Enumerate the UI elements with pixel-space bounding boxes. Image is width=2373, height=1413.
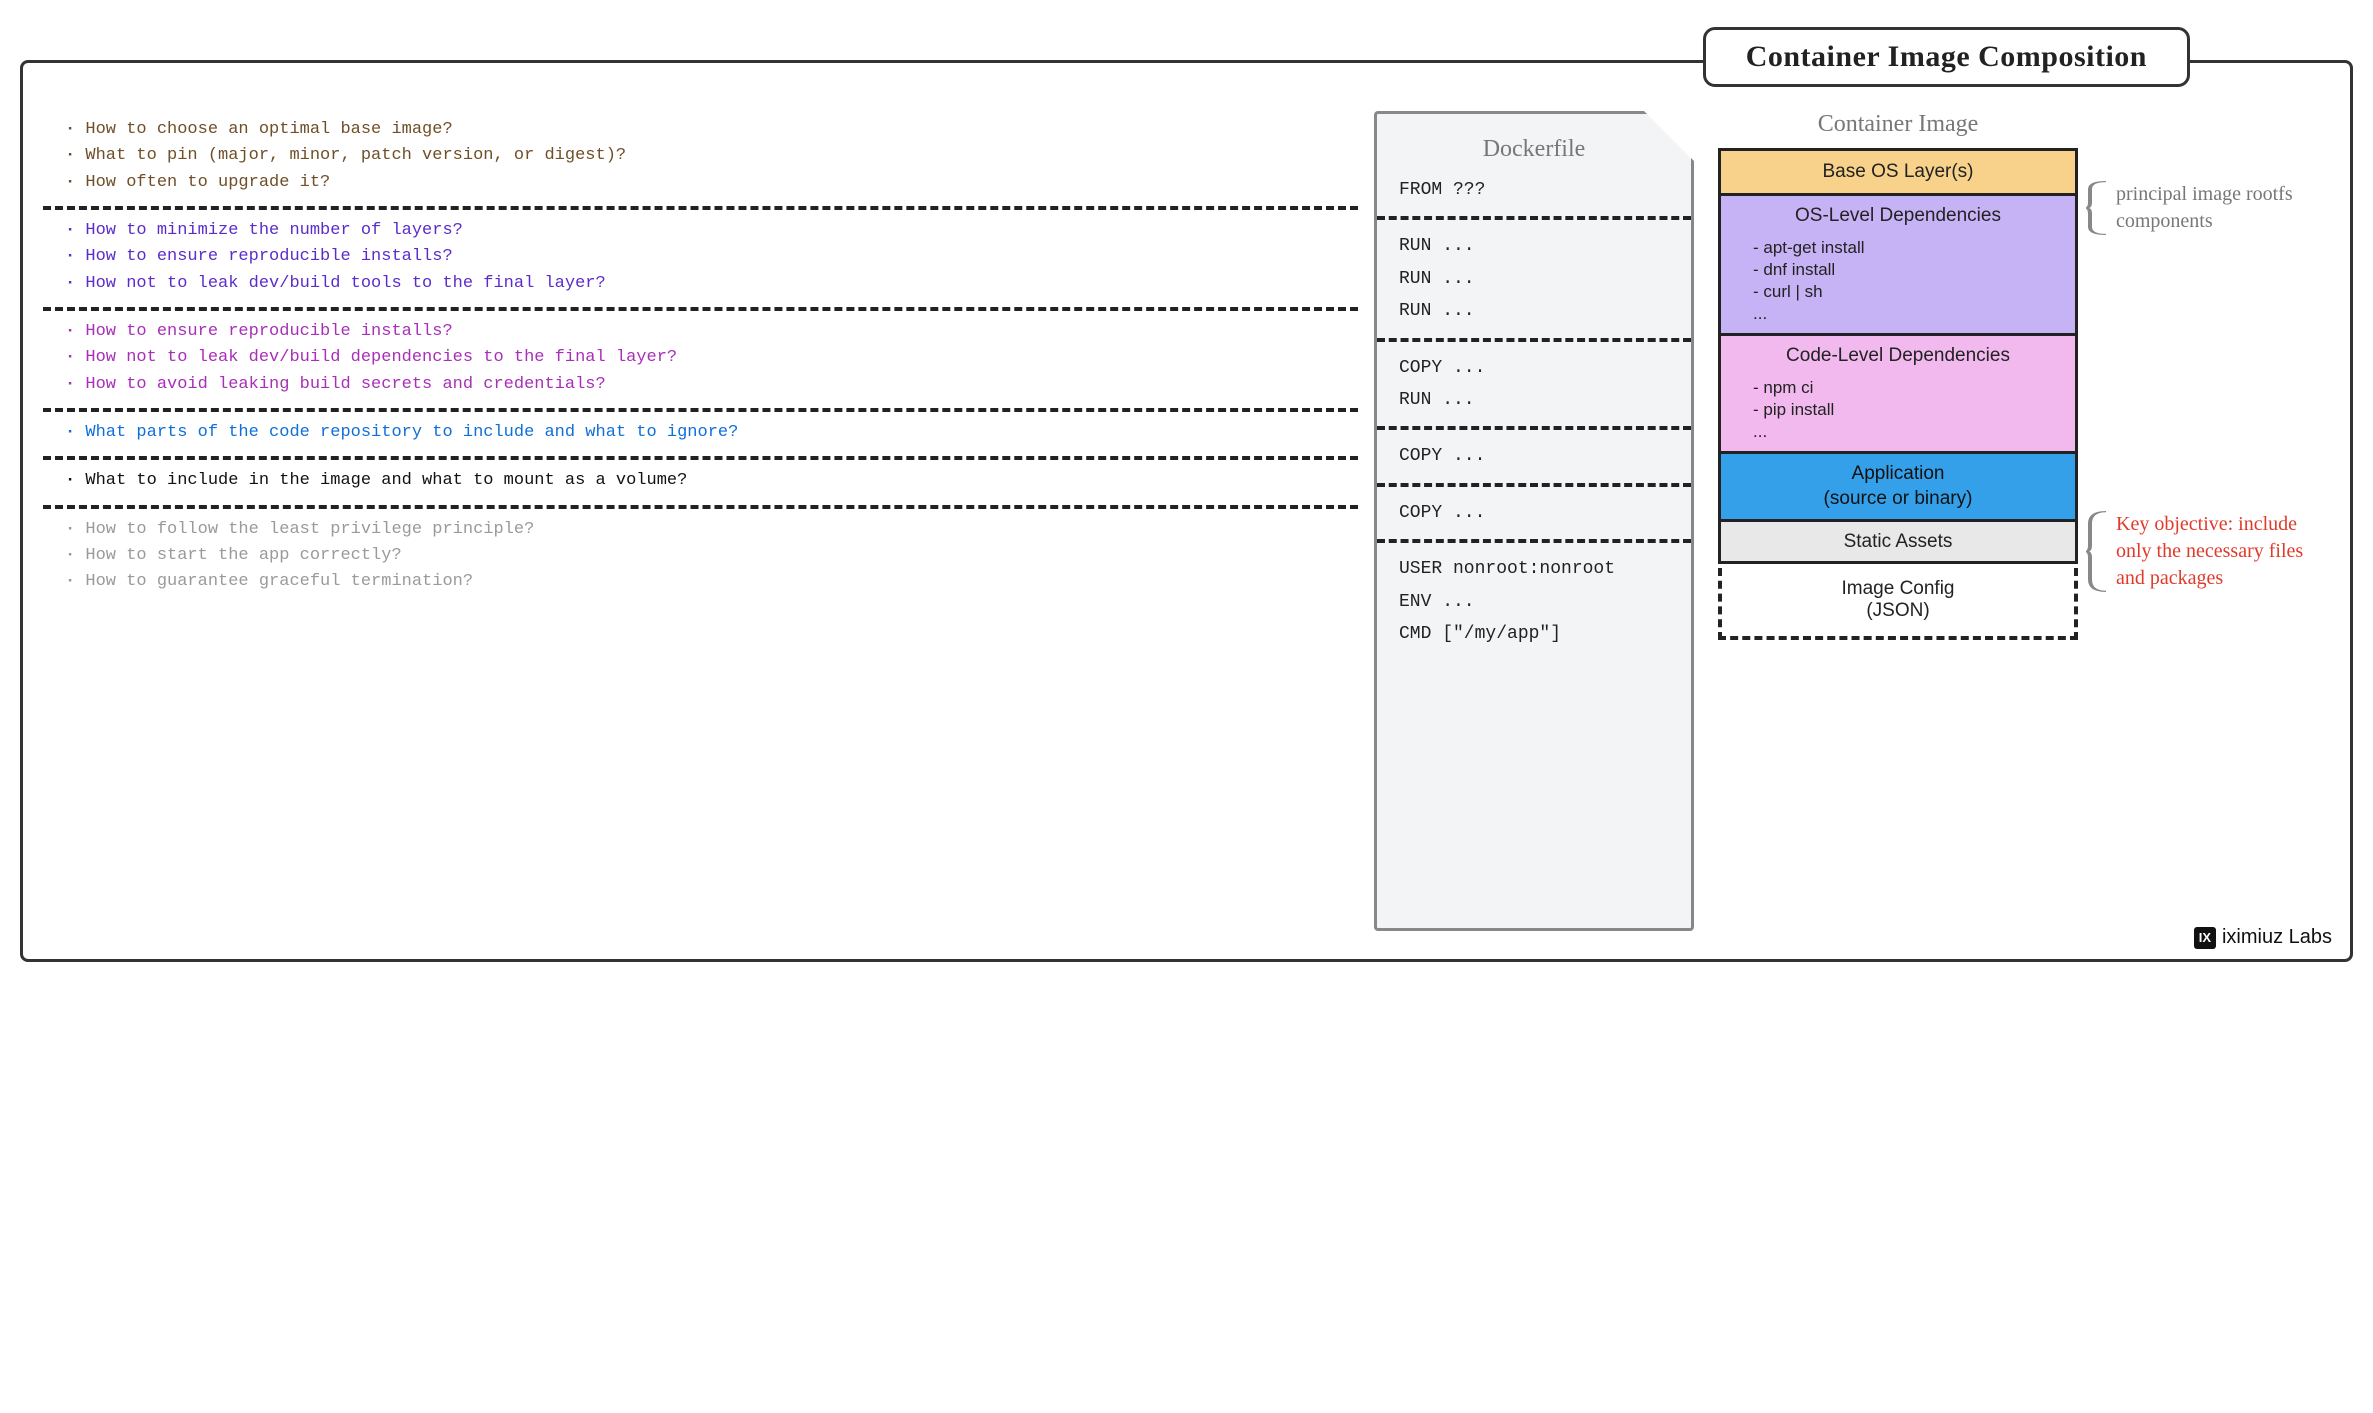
layer-subitem: - npm ci <box>1753 377 2061 399</box>
annotations-column: principal image rootfs components Key ob… <box>2102 111 2322 931</box>
dockerfile-block: FROM ??? <box>1399 174 1669 206</box>
question-group: What parts of the code repository to inc… <box>51 414 1350 454</box>
dockerfile-line: RUN ... <box>1399 230 1669 262</box>
image-layer: Static Assets <box>1718 519 2078 564</box>
dockerfile-line: CMD ["/my/app"] <box>1399 618 1669 650</box>
layer-subitem: ... <box>1753 303 2061 325</box>
dogear-icon <box>1644 111 1694 161</box>
layer-title: OS-Level Dependencies <box>1735 204 2061 229</box>
layer-subitem: - apt-get install <box>1753 237 2061 259</box>
layer-title: Code-Level Dependencies <box>1735 344 2061 369</box>
section-divider <box>43 206 1358 210</box>
question-item: How not to leak dev/build tools to the f… <box>65 271 1346 297</box>
question-item: What to include in the image and what to… <box>65 468 1346 494</box>
dockerfile-line: COPY ... <box>1399 352 1669 384</box>
layer-subitem: ... <box>1753 421 2061 443</box>
annotation-components: principal image rootfs components <box>2102 181 2322 235</box>
question-item: How to choose an optimal base image? <box>65 117 1346 143</box>
dockerfile-line: RUN ... <box>1399 295 1669 327</box>
brand-badge: IX iximiuz Labs <box>2194 926 2332 949</box>
layer-subitem: - pip install <box>1753 399 2061 421</box>
question-item: How to follow the least privilege princi… <box>65 517 1346 543</box>
dockerfile-block: USER nonroot:nonrootENV ...CMD ["/my/app… <box>1399 553 1669 650</box>
dockerfile-block: RUN ...RUN ...RUN ... <box>1399 230 1669 327</box>
dockerfile-block: COPY ... <box>1399 440 1669 472</box>
question-item: How to start the app correctly? <box>65 543 1346 569</box>
image-column: Container Image Base OS Layer(s) OS-Level… <box>1718 111 2078 931</box>
brand-text: iximiuz Labs <box>2222 926 2332 949</box>
question-item: How not to leak dev/build dependencies t… <box>65 345 1346 371</box>
section-divider <box>43 307 1358 311</box>
question-group: How to ensure reproducible installs?How … <box>51 313 1350 406</box>
section-divider <box>43 505 1358 509</box>
dockerfile-line: USER nonroot:nonroot <box>1399 553 1669 585</box>
dockerfile-line: FROM ??? <box>1399 174 1669 206</box>
diagram-frame: Container Image Composition How to choos… <box>20 60 2353 962</box>
brand-logo-icon: IX <box>2194 927 2216 949</box>
dockerfile-block: COPY ...RUN ... <box>1399 352 1669 417</box>
dockerfile-line: COPY ... <box>1399 497 1669 529</box>
image-heading: Container Image <box>1718 111 2078 138</box>
image-layer: Application(source or binary) <box>1718 451 2078 519</box>
question-group: How to minimize the number of layers?How… <box>51 212 1350 305</box>
question-group: How to choose an optimal base image?What… <box>51 111 1350 204</box>
dockerfile-divider <box>1377 539 1691 543</box>
layer-title: Static Assets <box>1844 530 1953 555</box>
dockerfile-divider <box>1377 338 1691 342</box>
questions-column: How to choose an optimal base image?What… <box>51 111 1350 931</box>
section-divider <box>43 408 1358 412</box>
brace-icon <box>2086 511 2108 592</box>
question-item: How to guarantee graceful termination? <box>65 569 1346 595</box>
image-layer: Code-Level Dependencies - npm ci- pip ins… <box>1718 333 2078 451</box>
layer-sublist: - npm ci- pip install... <box>1753 377 2061 443</box>
question-group: How to follow the least privilege princi… <box>51 511 1350 604</box>
question-item: How to minimize the number of layers? <box>65 218 1346 244</box>
dockerfile-block: COPY ... <box>1399 497 1669 529</box>
layer-title: Application <box>1735 462 2061 487</box>
dockerfile-line: ENV ... <box>1399 586 1669 618</box>
dockerfile-divider <box>1377 216 1691 220</box>
layer-subitem: - dnf install <box>1753 259 2061 281</box>
question-item: What to pin (major, minor, patch version… <box>65 143 1346 169</box>
question-item: How to ensure reproducible installs? <box>65 319 1346 345</box>
question-item: What parts of the code repository to inc… <box>65 420 1346 446</box>
annotation-objective: Key objective: include only the necessar… <box>2102 511 2322 592</box>
dockerfile-paper: Dockerfile FROM ???RUN ...RUN ...RUN ...… <box>1374 111 1694 931</box>
dockerfile-divider <box>1377 483 1691 487</box>
image-config-subtitle: (JSON) <box>1736 600 2060 622</box>
image-layer: Base OS Layer(s) <box>1718 148 2078 193</box>
dockerfile-column: Dockerfile FROM ???RUN ...RUN ...RUN ...… <box>1374 111 1694 931</box>
question-item: How often to upgrade it? <box>65 170 1346 196</box>
diagram-title: Container Image Composition <box>1703 27 2190 87</box>
question-item: How to avoid leaking build secrets and c… <box>65 372 1346 398</box>
layer-subitem: - curl | sh <box>1753 281 2061 303</box>
question-group: What to include in the image and what to… <box>51 462 1350 502</box>
question-item: How to ensure reproducible installs? <box>65 244 1346 270</box>
dockerfile-line: RUN ... <box>1399 384 1669 416</box>
layer-title: Base OS Layer(s) <box>1823 160 1974 185</box>
section-divider <box>43 456 1358 460</box>
layer-subtitle: (source or binary) <box>1735 487 2061 512</box>
dockerfile-line: COPY ... <box>1399 440 1669 472</box>
image-layer: OS-Level Dependencies- apt-get install- … <box>1718 193 2078 333</box>
dockerfile-line: RUN ... <box>1399 263 1669 295</box>
image-config-box: Image Config (JSON) <box>1718 568 2078 640</box>
brace-icon <box>2086 181 2108 235</box>
layer-sublist: - apt-get install- dnf install- curl | s… <box>1753 237 2061 325</box>
image-layer-stack: Base OS Layer(s) OS-Level Dependencies - a… <box>1718 148 2078 564</box>
dockerfile-divider <box>1377 426 1691 430</box>
image-config-title: Image Config <box>1736 578 2060 600</box>
